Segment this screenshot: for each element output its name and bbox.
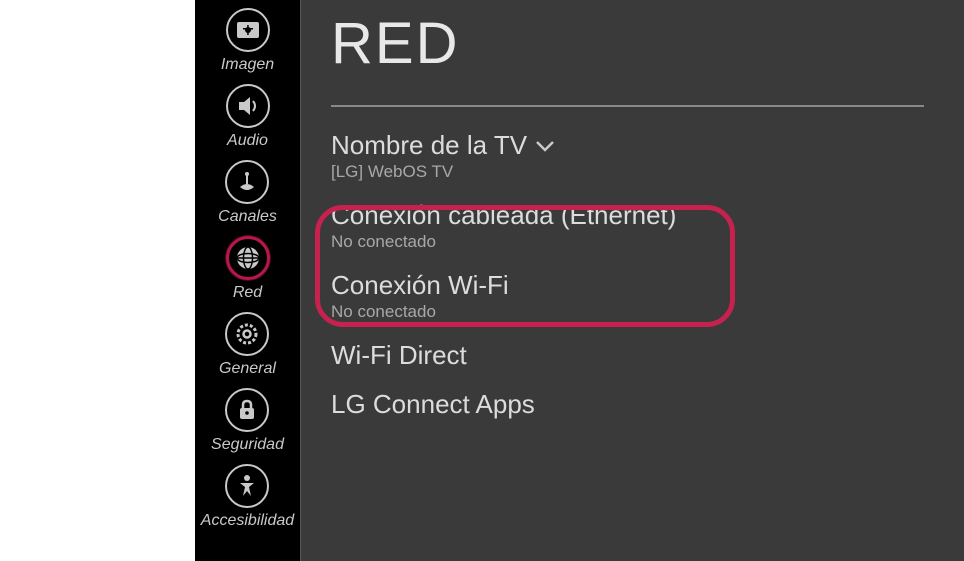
picture-icon bbox=[226, 8, 270, 52]
option-title: Wi-Fi Direct bbox=[331, 340, 924, 371]
option-subtitle: [LG] WebOS TV bbox=[331, 162, 924, 182]
sidebar-item-audio[interactable]: Audio bbox=[226, 84, 270, 150]
network-icon bbox=[226, 236, 270, 280]
sidebar-item-seguridad[interactable]: Seguridad bbox=[211, 388, 284, 454]
page-gutter bbox=[0, 0, 195, 561]
option-ethernet[interactable]: Conexión cableada (Ethernet) No conectad… bbox=[331, 197, 924, 255]
option-title: LG Connect Apps bbox=[331, 389, 924, 420]
sidebar-item-label: Canales bbox=[218, 208, 277, 226]
lock-icon bbox=[225, 388, 269, 432]
gear-icon bbox=[225, 312, 269, 356]
option-subtitle: No conectado bbox=[331, 302, 924, 322]
divider bbox=[331, 105, 924, 107]
sidebar-item-label: Accesibilidad bbox=[201, 512, 294, 530]
sidebar-item-accesibilidad[interactable]: Accesibilidad bbox=[201, 464, 294, 530]
chevron-down-icon bbox=[535, 139, 555, 153]
sidebar-item-label: Red bbox=[233, 284, 262, 302]
accessibility-icon bbox=[225, 464, 269, 508]
sidebar-item-label: Seguridad bbox=[211, 436, 284, 454]
option-title: Nombre de la TV bbox=[331, 130, 527, 161]
page-title: RED bbox=[331, 10, 924, 77]
settings-main: RED Nombre de la TV [LG] WebOS TV Conexi… bbox=[300, 0, 964, 561]
speaker-icon bbox=[226, 84, 270, 128]
sidebar-item-imagen[interactable]: Imagen bbox=[221, 8, 274, 74]
option-title: Conexión cableada (Ethernet) bbox=[331, 200, 924, 231]
sidebar-item-label: Audio bbox=[227, 132, 268, 150]
option-wifi[interactable]: Conexión Wi-Fi No conectado bbox=[331, 267, 924, 325]
sidebar-item-label: Imagen bbox=[221, 56, 274, 74]
option-title: Conexión Wi-Fi bbox=[331, 270, 924, 301]
sidebar-item-general[interactable]: General bbox=[219, 312, 276, 378]
option-wifi-direct[interactable]: Wi-Fi Direct bbox=[331, 337, 924, 374]
option-tv-name[interactable]: Nombre de la TV [LG] WebOS TV bbox=[331, 127, 924, 185]
sidebar-item-red[interactable]: Red bbox=[226, 236, 270, 302]
settings-sidebar: Imagen Audio Canales bbox=[195, 0, 300, 561]
satellite-icon bbox=[225, 160, 269, 204]
option-lg-connect[interactable]: LG Connect Apps bbox=[331, 386, 924, 423]
option-subtitle: No conectado bbox=[331, 232, 924, 252]
sidebar-item-label: General bbox=[219, 360, 276, 378]
sidebar-item-canales[interactable]: Canales bbox=[218, 160, 277, 226]
